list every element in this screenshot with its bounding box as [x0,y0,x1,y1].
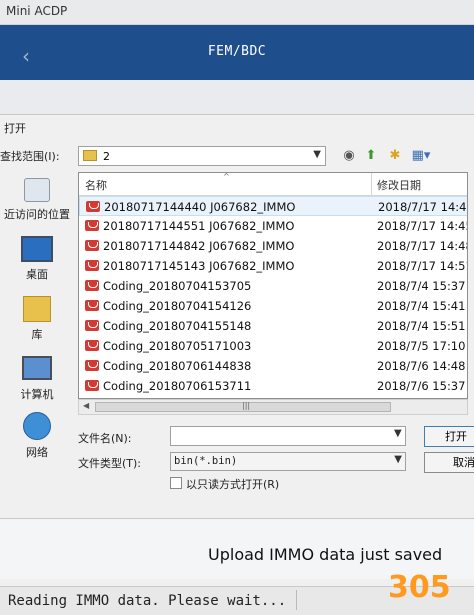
filetype-label: 文件类型(T): [78,457,142,470]
place-network[interactable]: 网络 [0,412,74,460]
network-icon [23,412,51,440]
file-icon [85,240,99,251]
filetype-value: bin(*.bin) [174,455,238,467]
file-date: 2018/7/17 14:51 [377,259,468,273]
folder-icon [83,150,97,161]
upload-message: Upload IMMO data just saved [208,545,443,564]
file-date: 2018/7/6 15:37 [377,379,466,393]
scrollbar-thumb[interactable]: ||| [95,401,391,412]
sort-asc-icon: ^ [223,172,230,181]
file-icon [85,320,99,331]
new-folder-icon[interactable]: ✱ [386,147,404,165]
place-recent[interactable]: 近访问的位置 [0,178,74,222]
chevron-down-icon[interactable]: ▼ [394,454,402,465]
lookin-label: 查找范围(I): [0,150,60,163]
place-label: 网络 [26,446,48,459]
file-name: Coding_20180704154126 [103,299,252,313]
file-date: 2018/7/17 14:44 [378,200,468,214]
place-label: 近访问的位置 [4,208,70,221]
back-nav-icon[interactable]: ◉ [340,147,358,165]
file-icon [85,220,99,231]
file-icon [86,201,100,212]
place-libraries[interactable]: 库 [0,296,74,342]
filetype-select[interactable]: bin(*.bin) ▼ [170,452,406,471]
place-desktop[interactable]: 桌面 [0,236,74,282]
dialog-title: 打开 [4,122,26,135]
app-toolbar-area [0,80,474,114]
file-name: 20180717145143 J067682_IMMO [103,259,295,273]
file-icon [85,300,99,311]
readonly-checkbox[interactable] [170,477,182,489]
file-row[interactable]: 20180717144842 J067682_IMMO 2018/7/17 14:… [79,236,468,256]
file-icon [85,340,99,351]
lookin-combobox[interactable]: 2 ▼ [78,146,326,166]
watermark-logo: 305 [388,570,451,605]
file-row[interactable]: Coding_20180705171003 2018/7/5 17:10 [79,336,467,356]
file-row[interactable]: 20180717144551 J067682_IMMO 2018/7/17 14:… [79,216,468,236]
file-row[interactable]: Coding_20180706144838 2018/7/6 14:48 [79,356,467,376]
file-name: 20180717144842 J067682_IMMO [103,239,295,253]
column-name[interactable]: 名称 [85,177,107,193]
file-name: Coding_20180706153711 [103,379,252,393]
file-icon [85,260,99,271]
file-list[interactable]: ^ 名称 修改日期 20180717144440 J067682_IMMO 201… [78,172,468,399]
file-row[interactable]: 20180717144440 J067682_IMMO 2018/7/17 14:… [79,196,468,216]
horizontal-scrollbar[interactable]: ◀ ||| [78,399,468,415]
file-name: Coding_20180704155148 [103,319,252,333]
place-computer[interactable]: 计算机 [0,356,74,402]
file-name: 20180717144440 J067682_IMMO [104,200,296,214]
file-date: 2018/7/17 14:48 [377,239,468,253]
column-header: ^ 名称 修改日期 [79,172,467,196]
file-row[interactable]: 20180717145143 J067682_IMMO 2018/7/17 14:… [79,256,468,276]
lookin-value: 2 [103,150,110,163]
file-name: Coding_20180705171003 [103,339,252,353]
file-date: 2018/7/4 15:51 [377,319,466,333]
view-menu-icon[interactable]: ▦▾ [408,147,434,165]
app-title: Mini ACDP [6,4,68,18]
file-date: 2018/7/5 17:10 [377,339,466,353]
up-folder-icon[interactable]: ⬆ [362,147,380,165]
scroll-left-icon[interactable]: ◀ [83,401,89,410]
place-label: 库 [31,328,43,341]
status-divider [296,590,297,610]
file-date: 2018/7/17 14:45 [377,219,468,233]
cancel-button[interactable]: 取消 [424,452,474,473]
place-label: 桌面 [26,268,48,281]
file-icon [85,280,99,291]
desktop-icon [21,236,53,262]
file-row[interactable]: Coding_20180704153705 2018/7/4 15:37 [79,276,467,296]
place-label: 计算机 [20,388,54,401]
libraries-icon [23,296,51,322]
file-icon [85,380,99,391]
readonly-label: 以只读方式打开(R) [186,478,280,491]
file-date: 2018/7/4 15:41 [377,299,466,313]
computer-icon [22,356,52,380]
file-row[interactable]: Coding_20180704155148 2018/7/4 15:51 [79,316,467,336]
file-row[interactable]: Coding_20180706153711 2018/7/6 15:37 [79,376,467,396]
grip-icon: ||| [242,401,251,410]
filename-label: 文件名(N): [78,432,132,445]
column-date[interactable]: 修改日期 [377,177,421,193]
file-date: 2018/7/4 15:37 [377,279,466,293]
recent-places-icon [24,178,50,202]
file-name: Coding_20180704153705 [103,279,252,293]
file-date: 2018/7/6 14:48 [377,359,466,373]
open-button[interactable]: 打开 [424,426,474,447]
file-row[interactable]: Coding_20180704154126 2018/7/4 15:41 [79,296,467,316]
chevron-down-icon[interactable]: ▼ [313,149,321,160]
app-titlebar [0,0,474,25]
chevron-down-icon[interactable]: ▼ [394,428,402,439]
filename-input[interactable] [170,426,406,446]
file-name: 20180717144551 J067682_IMMO [103,219,295,233]
column-divider[interactable] [371,173,372,195]
file-name: Coding_20180706144838 [103,359,252,373]
file-icon [85,360,99,371]
header-title: FEM/BDC [207,44,267,59]
status-text: Reading IMMO data. Please wait... [8,593,287,609]
